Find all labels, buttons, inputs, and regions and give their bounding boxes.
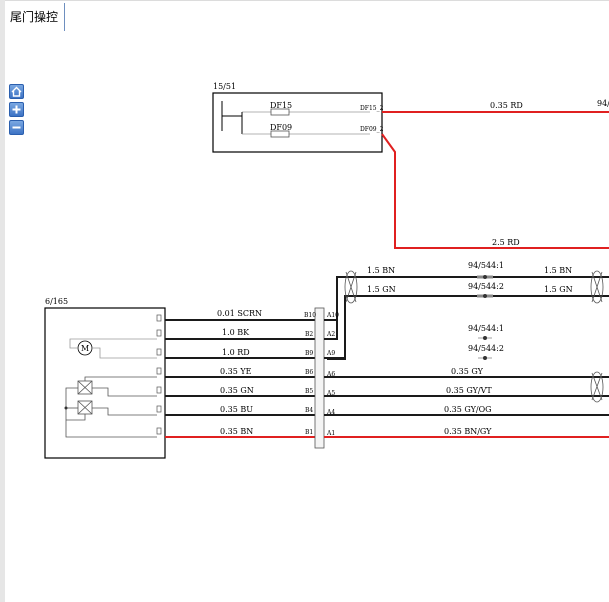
wire-bk-label: 1.0 BK	[222, 328, 250, 337]
tailgate-module: 6/165 M	[44, 297, 166, 459]
wire-lower-right-label: 1.5 GN	[544, 285, 573, 294]
wire-upper-right-label: 1.5 BN	[544, 266, 572, 275]
wire-gn-label: 0.35 GN	[220, 386, 254, 395]
wire-upper-left-label: 1.5 BN	[367, 266, 395, 275]
wire-gy-label: 0.35 GY	[451, 367, 484, 376]
splice-point-1	[477, 275, 493, 279]
fuse-df09-label: DF09	[270, 123, 292, 132]
hall-sensor-block	[65, 376, 157, 438]
wire-lower-left-label: 1.5 GN	[367, 285, 396, 294]
fuse-pin-df15: DF15_2	[360, 105, 384, 112]
twist-marker-right	[590, 270, 604, 304]
wire-bu-label: 0.35 BU	[220, 405, 253, 414]
motor-label: M	[81, 344, 89, 353]
splice-point-2	[477, 294, 493, 298]
conn-pin-b10: B10	[304, 312, 316, 319]
splice-label-4: 94/544:2	[468, 344, 504, 353]
wire-feed-label: 2.5 RD	[492, 238, 520, 247]
conn-pin-b2: B2	[305, 331, 313, 338]
conn-pin-a10: A10	[326, 312, 339, 319]
conn-pin-b1: B1	[305, 429, 313, 436]
conn-pin-b9: B9	[305, 350, 313, 357]
wire-fuse-ref-cut: 94/	[597, 99, 609, 108]
inline-connector	[314, 307, 325, 449]
fuse-box: 15/51 DF15 DF09 DF15_2 DF09_2	[212, 82, 384, 153]
conn-pin-b5: B5	[305, 388, 313, 395]
splice-point-3	[478, 336, 492, 340]
splice-label-1: 94/544:1	[468, 261, 504, 270]
splice-label-2: 94/544:2	[468, 282, 504, 291]
conn-pin-a1: A1	[326, 430, 335, 437]
wire-upper-branch	[327, 276, 344, 340]
conn-pin-a2: A2	[326, 331, 335, 338]
wire-bn-label: 0.35 BN	[220, 427, 253, 436]
wire-gy-og-label: 0.35 GY/OG	[444, 405, 492, 414]
fuse-pin-df09: DF09_2	[360, 126, 384, 133]
wire-bn-gy-label: 0.35 BN/GY	[444, 427, 492, 436]
wire-feed	[381, 133, 609, 249]
splice-label-3: 94/544:1	[468, 324, 504, 333]
wire-rd-module-label: 1.0 RD	[222, 348, 250, 357]
fuse-df15-label: DF15	[270, 101, 292, 110]
module-id: 6/165	[45, 297, 68, 306]
twist-marker-left	[344, 270, 358, 304]
wire-ye-label: 0.35 YE	[220, 367, 252, 376]
wire-scrn-label: 0.01 SCRN	[217, 309, 262, 318]
wire-gy-vt-label: 0.35 GY/VT	[446, 386, 492, 395]
fuse-box-id: 15/51	[213, 82, 236, 91]
conn-pin-b6: B6	[305, 369, 313, 376]
wiring-diagram: 15/51 DF15 DF09 DF15_2 DF09_2 0.35 RD 94…	[44, 82, 609, 459]
splice-point-4	[478, 356, 492, 360]
conn-pin-a9: A9	[326, 350, 335, 357]
wire-fuse-out-label: 0.35 RD	[490, 101, 523, 110]
conn-pin-b4: B4	[305, 407, 313, 414]
